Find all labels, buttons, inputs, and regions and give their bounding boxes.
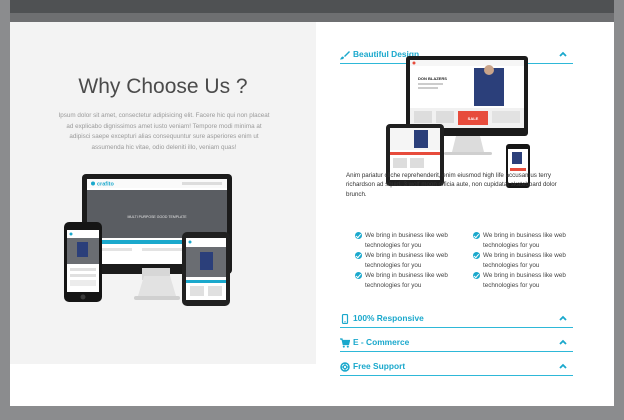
chevron-up-icon: [559, 339, 567, 345]
window-right-border: [614, 0, 624, 420]
feature-description: Anim pariatur cliche reprehenderit, enim…: [346, 172, 557, 198]
accordion-responsive[interactable]: 100% Responsive: [340, 313, 573, 328]
mobile-icon: [341, 314, 349, 324]
mockup-brand-text: crafito: [97, 182, 114, 188]
check-circle-icon: [355, 252, 362, 259]
window-top-bar: [0, 0, 624, 13]
mockup-heading-text: DON BLAZERS: [418, 76, 447, 81]
chevron-up-icon: [559, 315, 567, 321]
left-panel: Why Choose Us ? Ipsum dolor sit amet, co…: [10, 22, 316, 364]
chevron-up-icon: [559, 51, 567, 57]
accordion-label: E - Commerce: [353, 337, 410, 347]
lifebuoy-icon: [340, 362, 350, 372]
check-circle-icon: [473, 252, 480, 259]
window-left-border: [0, 0, 10, 420]
accordion-label: 100% Responsive: [353, 313, 424, 323]
device-mockup-image: crafito MULTI PURPOSE GOOD TEMPLATE: [64, 174, 232, 306]
accordion-label: Free Support: [353, 361, 406, 371]
check-circle-icon: [473, 272, 480, 279]
check-circle-icon: [473, 232, 480, 239]
accordion-ecommerce[interactable]: E - Commerce: [340, 337, 573, 352]
chevron-up-icon: [559, 363, 567, 369]
check-circle-icon: [355, 232, 362, 239]
cart-icon: [340, 338, 350, 348]
mockup-badge-text: SALE: [468, 116, 479, 121]
check-circle-icon: [355, 272, 362, 279]
window-bottom-border: [0, 406, 624, 420]
section-title: Why Choose Us ?: [78, 75, 248, 98]
section-intro: Ipsum dolor sit amet, consectetur adipis…: [58, 112, 270, 151]
mockup-caption-text: MULTI PURPOSE GOOD TEMPLATE: [127, 215, 187, 219]
brush-icon: [340, 51, 350, 60]
responsive-mockup-image: DON BLAZERS SALE: [386, 56, 530, 188]
accordion-free-support[interactable]: Free Support: [340, 361, 573, 376]
